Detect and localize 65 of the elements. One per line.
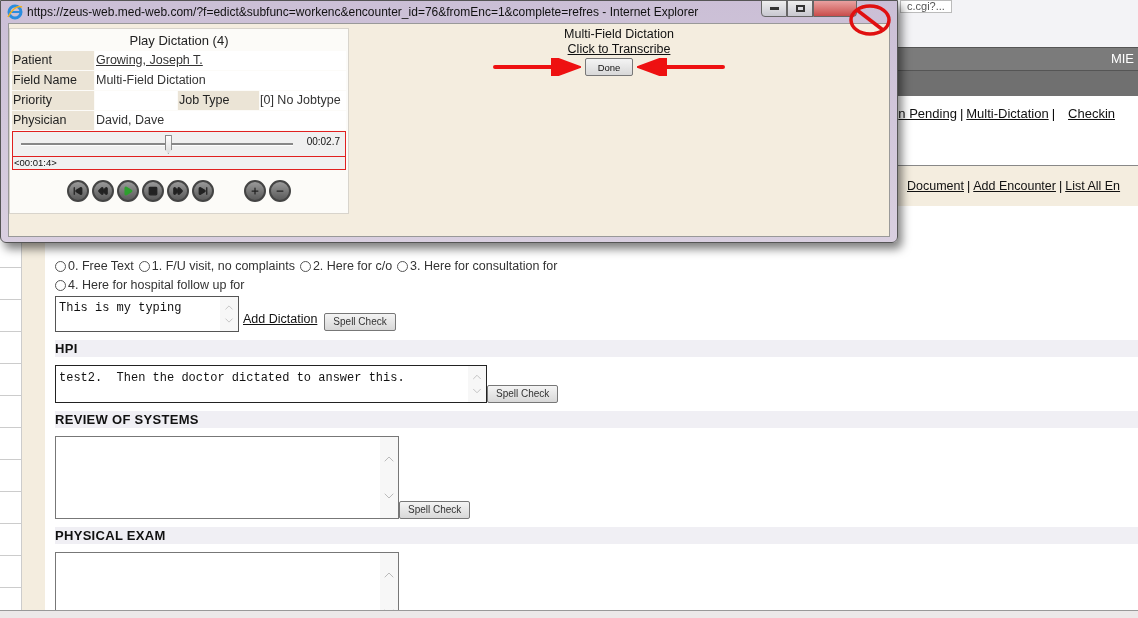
link-separator: |: [967, 177, 971, 195]
radio-option[interactable]: 2. Here for c/o: [299, 257, 393, 276]
field-label: Patient: [12, 51, 94, 70]
prohibition-icon: [848, 3, 892, 37]
field-label: Job Type: [178, 91, 259, 110]
nav-link[interactable]: n Pending: [898, 104, 957, 124]
radio-option[interactable]: 4. Here for hospital follow up for: [55, 276, 245, 295]
radio-option[interactable]: 3. Here for consultation for: [397, 257, 558, 276]
section-heading: REVIEW OF SYSTEMS: [55, 411, 1138, 428]
nav-link[interactable]: Multi-Dictation: [966, 104, 1049, 124]
browser-logo-icon: [7, 4, 23, 20]
section-heading: HPI: [55, 340, 1138, 357]
play-icon: [123, 186, 133, 196]
done-button[interactable]: Done: [584, 58, 634, 76]
spell-check-button[interactable]: Spell Check: [487, 385, 559, 403]
skip-forward-icon: [198, 186, 208, 196]
skip-forward-button[interactable]: [192, 180, 214, 202]
minimize-button[interactable]: [761, 0, 787, 17]
action-link[interactable]: List All En: [1065, 176, 1121, 196]
radio-button[interactable]: [138, 261, 150, 272]
section-heading: PHYSICAL EXAM: [55, 527, 1138, 544]
radio-button[interactable]: [55, 280, 66, 291]
add-dictation-link[interactable]: Add Dictation: [243, 310, 318, 329]
rewind-icon: [98, 186, 108, 196]
action-link[interactable]: Add Encounter: [973, 176, 1056, 196]
slider-thumb[interactable]: [164, 135, 172, 154]
minus-button[interactable]: [269, 180, 291, 202]
spell-check-button[interactable]: Spell Check: [399, 501, 471, 519]
right-arrow-icon: [492, 58, 581, 76]
radio-option[interactable]: 1. F/U visit, no complaints: [138, 257, 295, 276]
skip-back-button[interactable]: [67, 180, 89, 202]
window-title: https://zeus-web.med-web.com/?f=edict&subfunc=workenc&encounter_id=76&fromEnc=1&complete=refres - Internet Explorer: [27, 4, 699, 21]
action-link[interactable]: Document: [907, 176, 964, 196]
left-arrow-icon: [637, 58, 726, 76]
plus-icon: [250, 186, 260, 196]
fast-forward-icon: [173, 186, 183, 196]
fast-forward-button[interactable]: [167, 180, 189, 202]
recording-length: <00:01:4>: [13, 157, 58, 169]
link-separator: |: [1058, 177, 1063, 195]
link-separator: |: [959, 105, 964, 123]
nav-link[interactable]: Checkin: [1068, 104, 1115, 124]
field-value: Multi-Field Dictation: [95, 71, 346, 90]
player-title: Play Dictation (4): [128, 32, 230, 50]
radio-option[interactable]: 0. Free Text: [55, 257, 134, 276]
field-label: Physician: [12, 111, 94, 130]
skip-back-icon: [73, 186, 83, 196]
browser-tab[interactable]: c.cgi?...: [900, 0, 952, 13]
maximize-button[interactable]: [787, 0, 813, 17]
play-button[interactable]: [117, 180, 139, 202]
playback-position: 00:02.7: [306, 135, 340, 149]
field-label: Field Name: [12, 71, 94, 90]
link-separator: |: [1051, 105, 1056, 123]
rewind-button[interactable]: [92, 180, 114, 202]
dictation-title: Multi-Field Dictation: [564, 27, 674, 42]
patient-link[interactable]: Growing, Joseph T.: [95, 51, 346, 70]
plus-button[interactable]: [244, 180, 266, 202]
stop-icon: [148, 186, 158, 196]
radio-button[interactable]: [397, 261, 409, 272]
radio-button[interactable]: [299, 261, 311, 272]
field-value: [0] No Jobtype: [260, 91, 346, 110]
radio-button[interactable]: [55, 261, 66, 272]
stop-button[interactable]: [142, 180, 164, 202]
field-value: David, Dave: [95, 111, 346, 130]
field-label: Priority: [12, 91, 94, 110]
spell-check-button[interactable]: Spell Check: [324, 313, 396, 331]
